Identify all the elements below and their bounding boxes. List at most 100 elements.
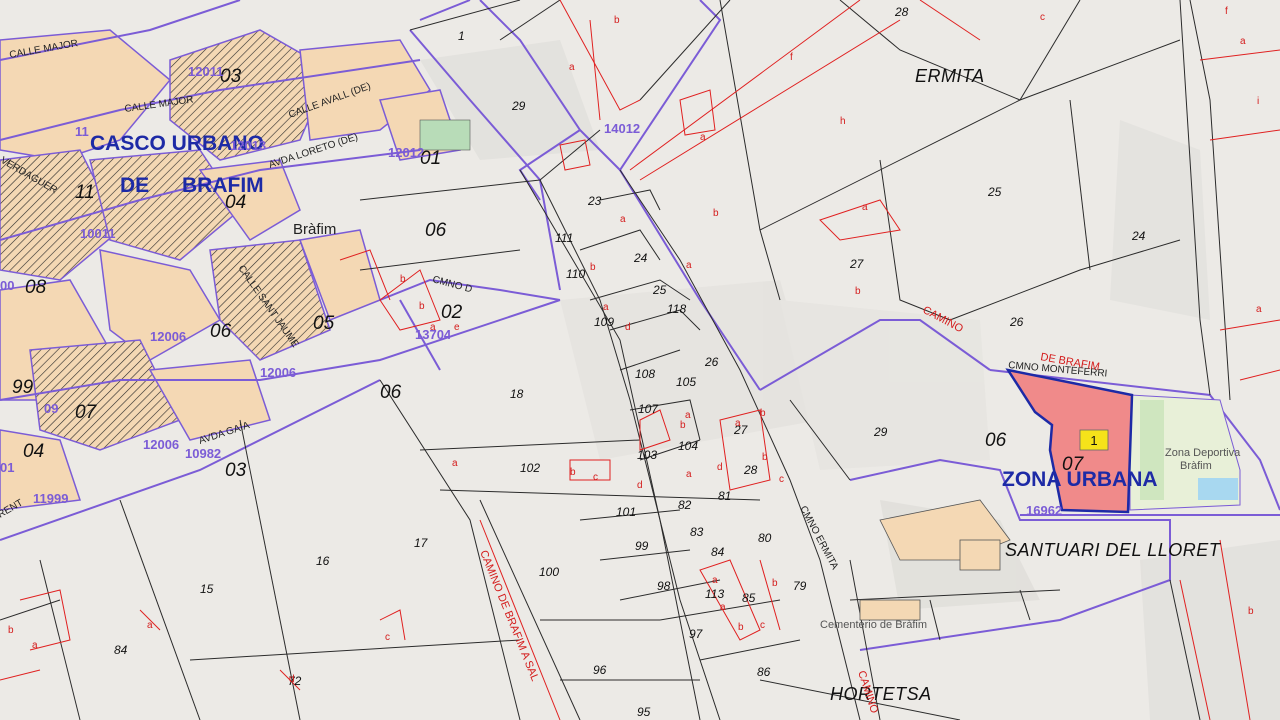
map-label: 79 (793, 579, 807, 593)
zone-99: 99 (12, 377, 34, 398)
map-label: 28 (894, 5, 909, 19)
map-label: b (772, 578, 778, 589)
map-label: 101 (616, 505, 636, 519)
map-label: 28 (743, 463, 758, 477)
map-label: h (840, 116, 846, 127)
map-label: 29 (511, 99, 526, 113)
label-zona-deportiva-2: Bràfim (1180, 460, 1212, 472)
map-label: 26 (1009, 315, 1024, 329)
map-label: 24 (633, 251, 648, 265)
map-label: a (735, 418, 741, 429)
map-label: 10011 (80, 226, 115, 241)
zone-06c: 06 (425, 220, 447, 241)
map-label: f (1225, 6, 1228, 17)
label-zona-deportiva: Zona Deportiva (1165, 447, 1241, 459)
map-label: 97 (689, 627, 704, 641)
map-label: d (289, 674, 295, 685)
map-label: 01 (0, 460, 14, 475)
map-label: c (779, 474, 784, 485)
map-label: 99 (635, 539, 649, 553)
map-label: 96 (593, 663, 607, 677)
map-label: 111 (555, 231, 573, 245)
map-label: d (625, 322, 631, 333)
map-label: 11 (75, 124, 89, 139)
map-label: 84 (114, 643, 128, 657)
map-label: 12006 (150, 329, 186, 344)
map-label: a (452, 458, 458, 469)
map-label: 108 (635, 367, 655, 381)
map-label: b (855, 286, 861, 297)
map-label: 118 (667, 302, 686, 316)
map-label: a (685, 410, 691, 421)
map-label: 00 (0, 278, 14, 293)
map-label: c (385, 632, 390, 643)
map-label: 103 (637, 448, 657, 462)
map-label: i (1257, 96, 1259, 107)
zone-06: 06 (210, 321, 232, 342)
map-label: 23 (587, 194, 602, 208)
zone-06b: 06 (380, 382, 402, 403)
map-label: 12006 (260, 365, 296, 380)
map-label: b (419, 301, 425, 312)
map-label: c (593, 472, 598, 483)
map-label: 25 (987, 185, 1002, 199)
map-label: 83 (690, 525, 704, 539)
map-label: b (590, 262, 596, 273)
map-label: 80 (758, 531, 772, 545)
map-label: a (686, 469, 692, 480)
zone-04b: 04 (23, 441, 44, 462)
map-label: c (760, 620, 765, 631)
map-label: b (400, 274, 406, 285)
map-label: 16 (316, 554, 330, 568)
map-label: 102 (520, 461, 540, 475)
map-label: b (680, 420, 686, 431)
label-brafim-point: Bràfim (293, 221, 336, 238)
map-label: b (713, 208, 719, 219)
map-label: 104 (678, 439, 698, 453)
map-label: 82 (678, 498, 692, 512)
zone-11: 11 (75, 182, 95, 203)
zone-07b: 07 (1062, 454, 1085, 475)
map-label: 14012 (604, 121, 640, 136)
map-label: 12013 (230, 138, 266, 153)
map-label: 98 (657, 579, 671, 593)
map-label: a (620, 214, 626, 225)
map-label: 16962 (1026, 503, 1062, 518)
map-label: d (637, 480, 643, 491)
map-label: d (717, 462, 723, 473)
map-label: a (430, 322, 436, 333)
cadastral-map[interactable]: 1 CASCO URBANO DE BRAFIM ERMITA ZONA URB… (0, 0, 1280, 720)
map-label: a (147, 620, 153, 631)
map-label: 107 (638, 402, 659, 416)
map-label: 110 (566, 267, 585, 281)
map-label: c (1040, 12, 1045, 23)
map-label: 29 (873, 425, 888, 439)
label-brafim: BRAFIM (182, 174, 264, 197)
map-label: 26 (704, 355, 719, 369)
map-label: 100 (539, 565, 559, 579)
map-label: b (8, 625, 14, 636)
map-label: 09 (44, 401, 58, 416)
map-label: 12011 (188, 64, 223, 79)
zone-04: 04 (225, 192, 246, 213)
label-ermita: ERMITA (915, 66, 985, 86)
map-label: 95 (637, 705, 651, 719)
map-label: 85 (742, 591, 756, 605)
map-label: b (738, 622, 744, 633)
map-label: f (790, 52, 793, 63)
map-label: a (700, 132, 706, 143)
map-label: b (614, 15, 620, 26)
map-label: 25 (652, 283, 667, 297)
map-label: 81 (718, 489, 731, 503)
zone-06d: 06 (985, 430, 1007, 451)
map-label: 11999 (33, 491, 68, 506)
map-label: a (712, 575, 718, 586)
label-santuari: SANTUARI DEL LLORET (1005, 540, 1222, 560)
map-label: 17 (414, 536, 429, 550)
map-label: a (720, 602, 726, 613)
map-label: 10982 (185, 446, 221, 461)
map-label: a (862, 202, 868, 213)
map-label: 27 (849, 257, 865, 271)
map-label: 86 (757, 665, 771, 679)
map-label: e (454, 322, 460, 333)
